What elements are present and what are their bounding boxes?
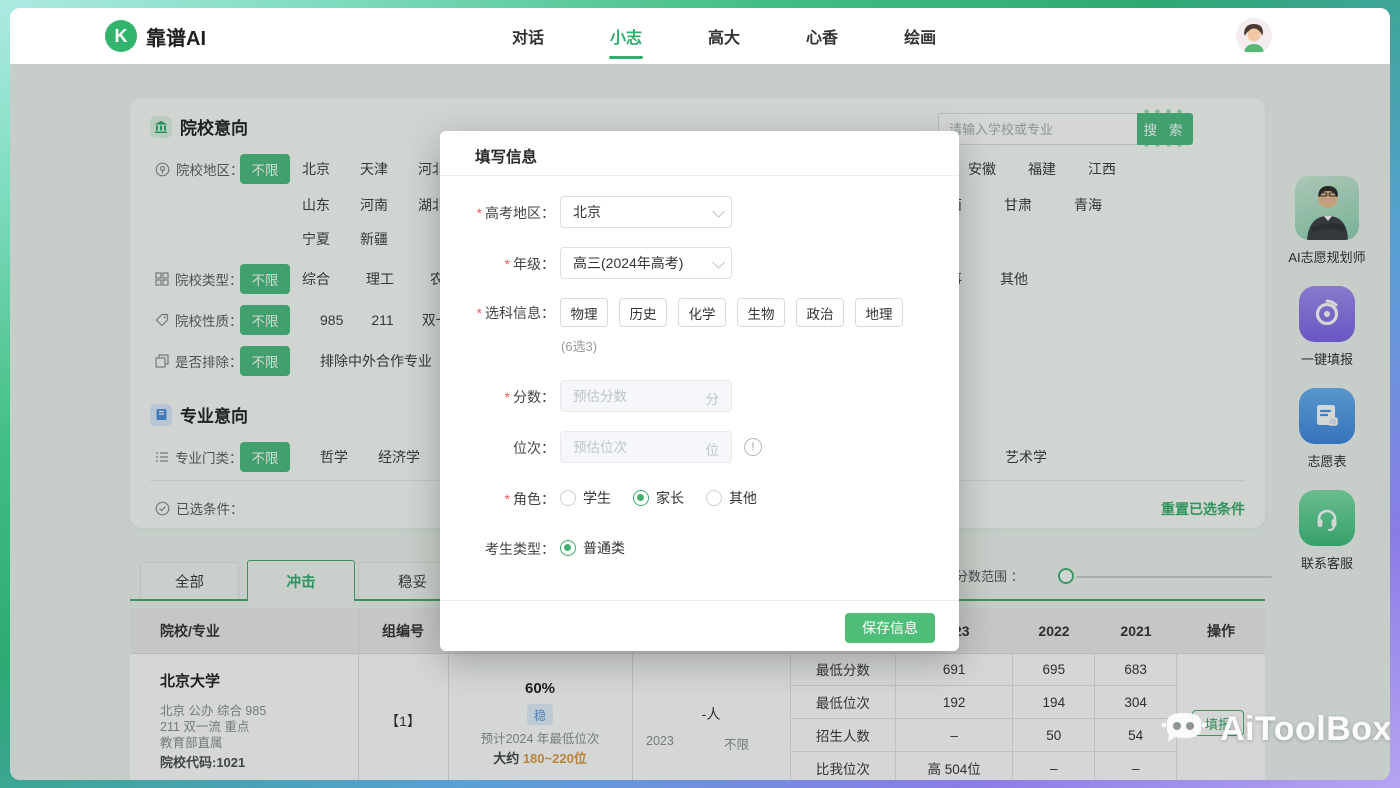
chevron-down-icon (712, 205, 725, 218)
radio-circle-icon (560, 540, 576, 556)
avatar-person-icon (1236, 18, 1272, 54)
rank-input-wrap: 位 (560, 431, 732, 463)
nav-item-xinxiang[interactable]: 心香 (804, 8, 840, 65)
field-rank: 位次： 位 ! (440, 431, 959, 463)
score-suffix: 分 (706, 388, 720, 408)
field-exam-region: *高考地区： 北京 (440, 196, 959, 228)
nav-item-huihua[interactable]: 绘画 (902, 8, 938, 65)
watermark-robot-icon (1160, 708, 1208, 750)
radio-circle-icon (706, 490, 722, 506)
fill-info-modal: 填写信息 *高考地区： 北京 *年级： 高三(2024年高考) (440, 131, 959, 651)
rank-info-icon[interactable]: ! (744, 438, 762, 456)
rank-label: 位次： (513, 438, 555, 458)
save-info-button[interactable]: 保存信息 (845, 613, 935, 643)
grade-select[interactable]: 高三(2024年高考) (560, 247, 732, 279)
modal-title: 填写信息 (475, 145, 537, 167)
app-root: K 靠谱AI 对话 小志 高大 心香 绘画 (0, 0, 1400, 788)
subject-option-button[interactable]: 历史 (619, 298, 667, 327)
subjects-hint: (6选3) (561, 336, 597, 355)
radio-circle-icon (560, 490, 576, 506)
field-grade: *年级： 高三(2024年高考) (440, 247, 959, 279)
exam-region-value: 北京 (573, 202, 601, 222)
rank-input[interactable] (561, 432, 705, 462)
field-subjects: *选科信息： 物理历史化学生物政治地理 (440, 298, 959, 325)
grade-value: 高三(2024年高考) (573, 253, 683, 273)
field-score: *分数： 分 (440, 380, 959, 412)
user-avatar[interactable] (1236, 18, 1272, 54)
role-option-other[interactable]: 其他 (706, 488, 757, 508)
rank-suffix: 位 (706, 439, 720, 459)
field-role: *角色： 学生 家长 其他 (440, 488, 959, 506)
score-input[interactable] (561, 381, 705, 411)
field-candidate-type: 考生类型： 普通类 (440, 538, 959, 556)
subjects-label: *选科信息： (477, 303, 555, 323)
brand-logo-icon: K (105, 20, 137, 52)
subject-options: 物理历史化学生物政治地理 (560, 298, 903, 327)
score-input-wrap: 分 (560, 380, 732, 412)
subject-option-button[interactable]: 生物 (737, 298, 785, 327)
candidate-option-normal[interactable]: 普通类 (560, 538, 625, 558)
page-panel: K 靠谱AI 对话 小志 高大 心香 绘画 (10, 8, 1390, 780)
role-label: *角色： (505, 489, 555, 509)
exam-region-select[interactable]: 北京 (560, 196, 732, 228)
exam-region-label: *高考地区： (477, 203, 555, 223)
subject-option-button[interactable]: 化学 (678, 298, 726, 327)
role-radio-group: 学生 家长 其他 (560, 488, 757, 508)
subject-option-button[interactable]: 政治 (796, 298, 844, 327)
modal-footer-divider (440, 600, 959, 601)
nav-item-chat[interactable]: 对话 (510, 8, 546, 65)
role-option-parent[interactable]: 家长 (633, 488, 684, 508)
brand-name: 靠谱AI (146, 22, 206, 51)
navbar: K 靠谱AI 对话 小志 高大 心香 绘画 (10, 8, 1390, 65)
main-nav: 对话 小志 高大 心香 绘画 (510, 8, 938, 64)
nav-item-xiaozhi[interactable]: 小志 (608, 8, 644, 65)
chevron-down-icon (712, 256, 725, 269)
role-option-student[interactable]: 学生 (560, 488, 611, 508)
watermark: AiToolBox (1160, 708, 1390, 750)
watermark-text: AiToolBox (1220, 710, 1390, 749)
score-label: *分数： (505, 387, 555, 407)
subject-option-button[interactable]: 地理 (855, 298, 903, 327)
radio-circle-icon (633, 490, 649, 506)
nav-item-gaoda[interactable]: 高大 (706, 8, 742, 65)
brand: K 靠谱AI (105, 20, 206, 52)
candidate-type-label: 考生类型： (485, 539, 555, 559)
subject-option-button[interactable]: 物理 (560, 298, 608, 327)
grade-label: *年级： (505, 254, 555, 274)
modal-title-divider (440, 175, 959, 176)
candidate-type-group: 普通类 (560, 538, 625, 558)
